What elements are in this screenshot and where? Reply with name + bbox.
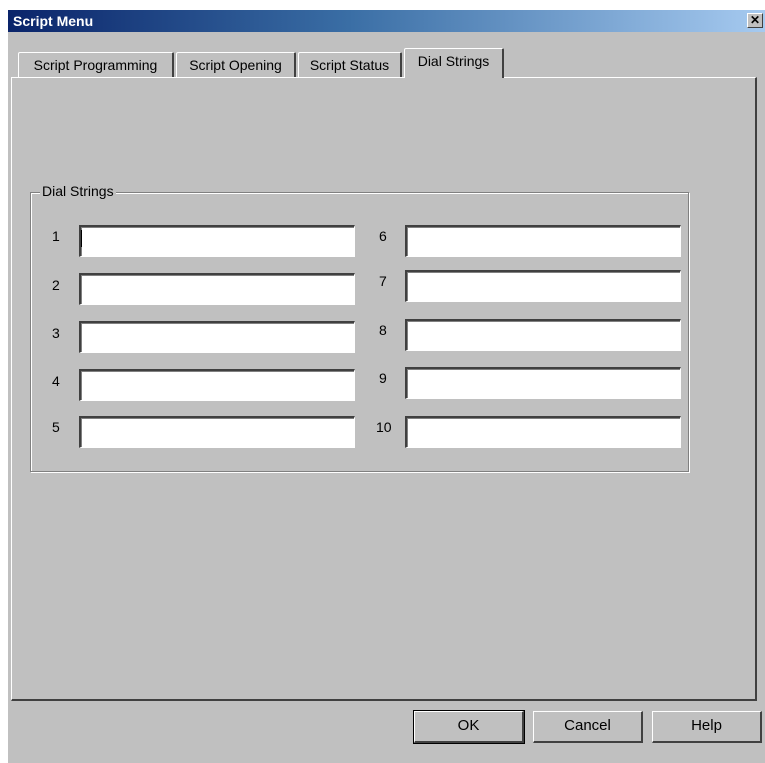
- dial-string-5-input[interactable]: [79, 416, 355, 448]
- field-number: 10: [376, 419, 392, 435]
- dial-string-6-input[interactable]: [405, 225, 681, 257]
- dial-string-1-input[interactable]: [79, 225, 355, 257]
- ok-button[interactable]: OK: [413, 710, 525, 744]
- tab-label: Script Programming: [33, 57, 158, 73]
- field-number: 4: [52, 373, 60, 389]
- field-number: 5: [52, 419, 60, 435]
- field-number: 6: [379, 228, 387, 244]
- field-number: 8: [379, 322, 387, 338]
- title-bar[interactable]: Script Menu: [8, 10, 765, 32]
- field-number: 3: [52, 325, 60, 341]
- tab-script-status[interactable]: Script Status: [298, 52, 402, 78]
- field-number: 2: [52, 277, 60, 293]
- tab-label: Script Status: [309, 57, 390, 73]
- help-button[interactable]: Help: [652, 711, 762, 743]
- tab-label: Script Opening: [189, 57, 282, 73]
- dial-string-10-input[interactable]: [405, 416, 681, 448]
- dial-string-9-input[interactable]: [405, 367, 681, 399]
- dial-string-2-input[interactable]: [79, 273, 355, 305]
- field-number: 9: [379, 370, 387, 386]
- tab-script-opening[interactable]: Script Opening: [176, 52, 296, 78]
- cancel-button[interactable]: Cancel: [533, 711, 643, 743]
- dial-string-8-input[interactable]: [405, 319, 681, 351]
- window-title: Script Menu: [13, 13, 94, 29]
- group-label: Dial Strings: [40, 183, 116, 199]
- tab-dial-strings[interactable]: Dial Strings: [404, 48, 504, 78]
- dial-string-4-input[interactable]: [79, 369, 355, 401]
- close-icon[interactable]: ✕: [747, 13, 763, 28]
- text-caret: [81, 230, 82, 247]
- dial-string-3-input[interactable]: [79, 321, 355, 353]
- tab-script-programming[interactable]: Script Programming: [18, 52, 174, 78]
- dial-string-7-input[interactable]: [405, 270, 681, 302]
- tab-label: Dial Strings: [417, 53, 490, 69]
- field-number: 7: [379, 273, 387, 289]
- field-number: 1: [52, 228, 60, 244]
